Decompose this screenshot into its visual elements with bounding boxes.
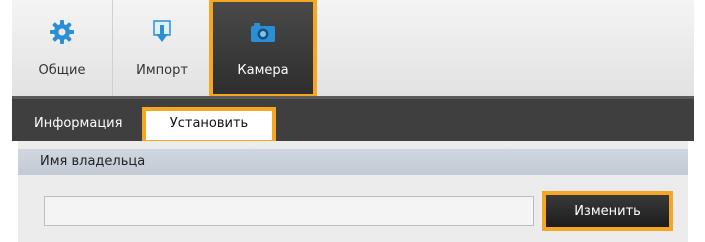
toolbar-item-general[interactable]: Общие [12, 0, 113, 96]
tab-bar: Информация Установить [12, 96, 694, 144]
gear-icon [48, 18, 76, 46]
toolbar-item-label: Общие [38, 63, 86, 78]
toolbar-item-import[interactable]: Импорт [113, 0, 211, 96]
section-header-owner-name: Имя владельца [18, 149, 688, 175]
tab-install[interactable]: Установить [142, 107, 276, 144]
owner-name-input[interactable] [44, 196, 534, 226]
toolbar-item-label: Камера [237, 63, 289, 78]
tab-information[interactable]: Информация [20, 111, 136, 144]
import-icon [148, 18, 176, 46]
change-button[interactable]: Изменить [542, 191, 673, 231]
owner-section: Имя владельца Изменить [18, 141, 688, 242]
settings-window: Общие Импорт Камера Информация Установит… [12, 0, 694, 242]
toolbar-item-camera[interactable]: Камера [209, 0, 317, 98]
toolbar-item-label: Импорт [136, 63, 188, 78]
top-toolbar: Общие Импорт Камера [12, 0, 694, 98]
camera-icon [249, 18, 277, 46]
